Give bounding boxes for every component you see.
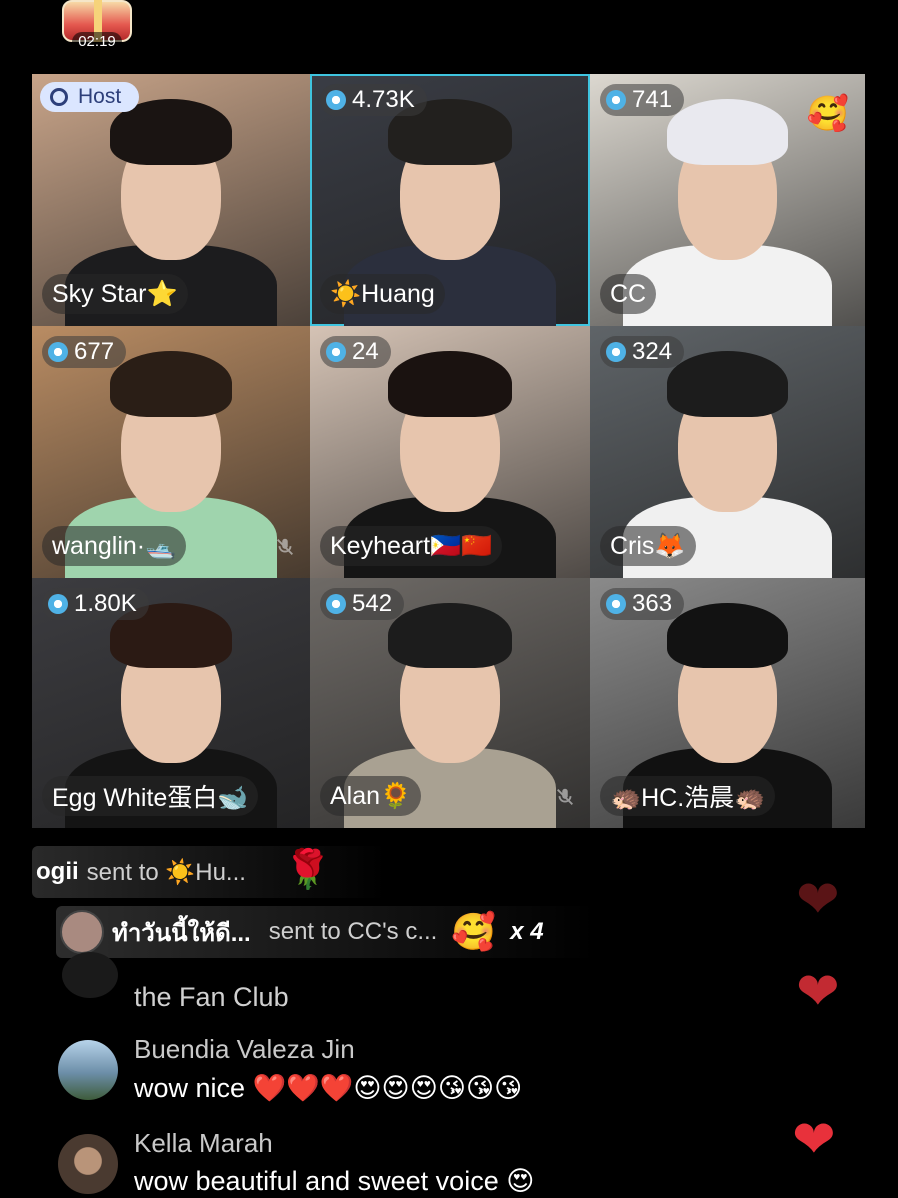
avatar[interactable] (58, 1134, 118, 1194)
guest-tile[interactable]: 1.80K Egg White蛋白🐋 (32, 578, 310, 828)
comment-text: wow nice ❤️❤️❤️😍😍😍😘😘😘 (134, 1073, 523, 1103)
coin-count-badge[interactable]: 4.73K (320, 84, 427, 116)
guest-tile[interactable]: Host Sky Star⭐ (32, 74, 310, 326)
gift-recipient-text: sent to CC's c... (268, 918, 438, 945)
guest-tile[interactable]: 363 🦔HC.浩晨🦔 (590, 578, 865, 828)
coin-count: 741 (632, 86, 673, 113)
coin-icon (326, 594, 346, 614)
guest-tile[interactable]: 542 Alan🌻 (310, 578, 590, 828)
guest-video-hair (667, 603, 788, 668)
guest-video-hair (388, 351, 512, 417)
comment-username[interactable]: Buendia Valeza Jin (134, 1034, 355, 1065)
comment-text: wow beautiful and sweet voice 😍 (134, 1166, 535, 1196)
guest-tile[interactable]: 4.73K ☀️Huang (310, 74, 590, 326)
reaction-sticker-icon: 🥰 (806, 95, 849, 133)
gift-multiplier: x 4 (510, 918, 544, 945)
coin-count: 24 (352, 338, 379, 365)
gift-sender: ทำวันนี้ให้ดี... (112, 919, 251, 947)
coin-count-badge[interactable]: 324 (600, 336, 685, 368)
guest-tile[interactable]: 741 🥰 CC (590, 74, 865, 326)
coin-count-badge[interactable]: 24 (320, 336, 391, 368)
rose-gift-icon: 🌹 (284, 849, 332, 891)
gift-banner: ogii sent to ☀️Hu... 🌹 (32, 846, 386, 898)
coin-icon (606, 342, 626, 362)
guest-grid: Host Sky Star⭐ 4.73K ☀️Huang 741 🥰 CC 677 wangli… (32, 74, 865, 828)
floating-heart-icon: ❤ (796, 963, 840, 1021)
guest-name[interactable]: 🦔HC.浩晨🦔 (600, 776, 776, 816)
coin-count: 1.80K (74, 590, 137, 617)
guest-video-hair (388, 603, 512, 668)
host-badge: Host (40, 82, 140, 112)
coin-count-badge[interactable]: 542 (320, 588, 405, 620)
guest-tile[interactable]: 324 Cris🦊 (590, 326, 865, 578)
floating-heart-icon: ❤ (792, 1111, 836, 1169)
guest-video-hair (109, 351, 233, 417)
guest-tile[interactable]: 677 wanglin·🛥️ (32, 326, 310, 578)
coin-icon (326, 90, 346, 110)
gift-recipient-text: sent to ☀️Hu... (86, 858, 246, 886)
coin-icon (48, 342, 68, 362)
coin-count: 363 (632, 590, 673, 617)
avatar[interactable] (58, 1040, 118, 1100)
system-message: the Fan Club (134, 982, 289, 1012)
floating-heart-icon: ❤ (796, 871, 840, 929)
coin-count-badge[interactable]: 677 (42, 336, 127, 368)
coin-icon (606, 90, 626, 110)
guest-video-hair (667, 351, 788, 417)
coin-icon (48, 594, 68, 614)
guest-name[interactable]: Alan🌻 (320, 776, 422, 816)
coin-icon (606, 594, 626, 614)
guest-name[interactable]: ☀️Huang (320, 274, 445, 314)
coin-count-badge[interactable]: 741 (600, 84, 685, 116)
coin-icon (326, 342, 346, 362)
guest-name[interactable]: wanglin·🛥️ (42, 526, 187, 566)
treasure-box[interactable]: 02:19 (58, 0, 136, 54)
guest-name[interactable]: Keyheart🇵🇭🇨🇳 (320, 526, 503, 566)
mic-muted-icon (277, 538, 293, 555)
coin-count-badge[interactable]: 363 (600, 588, 685, 620)
guest-video-hair (667, 99, 788, 165)
coin-count: 542 (352, 590, 393, 617)
gift-combo-banner: ทำวันนี้ให้ดี... sent to CC's c... 🥰 x 4 (56, 906, 596, 958)
guest-name[interactable]: Sky Star⭐ (42, 274, 188, 314)
heart-face-gift-icon: 🥰 (451, 911, 497, 952)
comment-username[interactable]: Kella Marah (134, 1128, 273, 1159)
host-label: Host (78, 85, 122, 108)
fan-club-icon (62, 952, 118, 998)
guest-name[interactable]: Egg White蛋白🐋 (42, 776, 259, 816)
avatar[interactable] (60, 910, 104, 954)
coin-count: 4.73K (352, 86, 415, 113)
treasure-timer: 02:19 (72, 32, 122, 52)
coin-count: 324 (632, 338, 673, 365)
coin-count: 677 (74, 338, 115, 365)
guest-name[interactable]: CC (600, 274, 657, 314)
mic-muted-icon (557, 788, 573, 805)
coin-count-badge[interactable]: 1.80K (42, 588, 149, 620)
gift-sender: ogii (36, 858, 79, 885)
host-icon (50, 88, 68, 106)
guest-tile[interactable]: 24 Keyheart🇵🇭🇨🇳 (310, 326, 590, 578)
guest-name[interactable]: Cris🦊 (600, 526, 696, 566)
